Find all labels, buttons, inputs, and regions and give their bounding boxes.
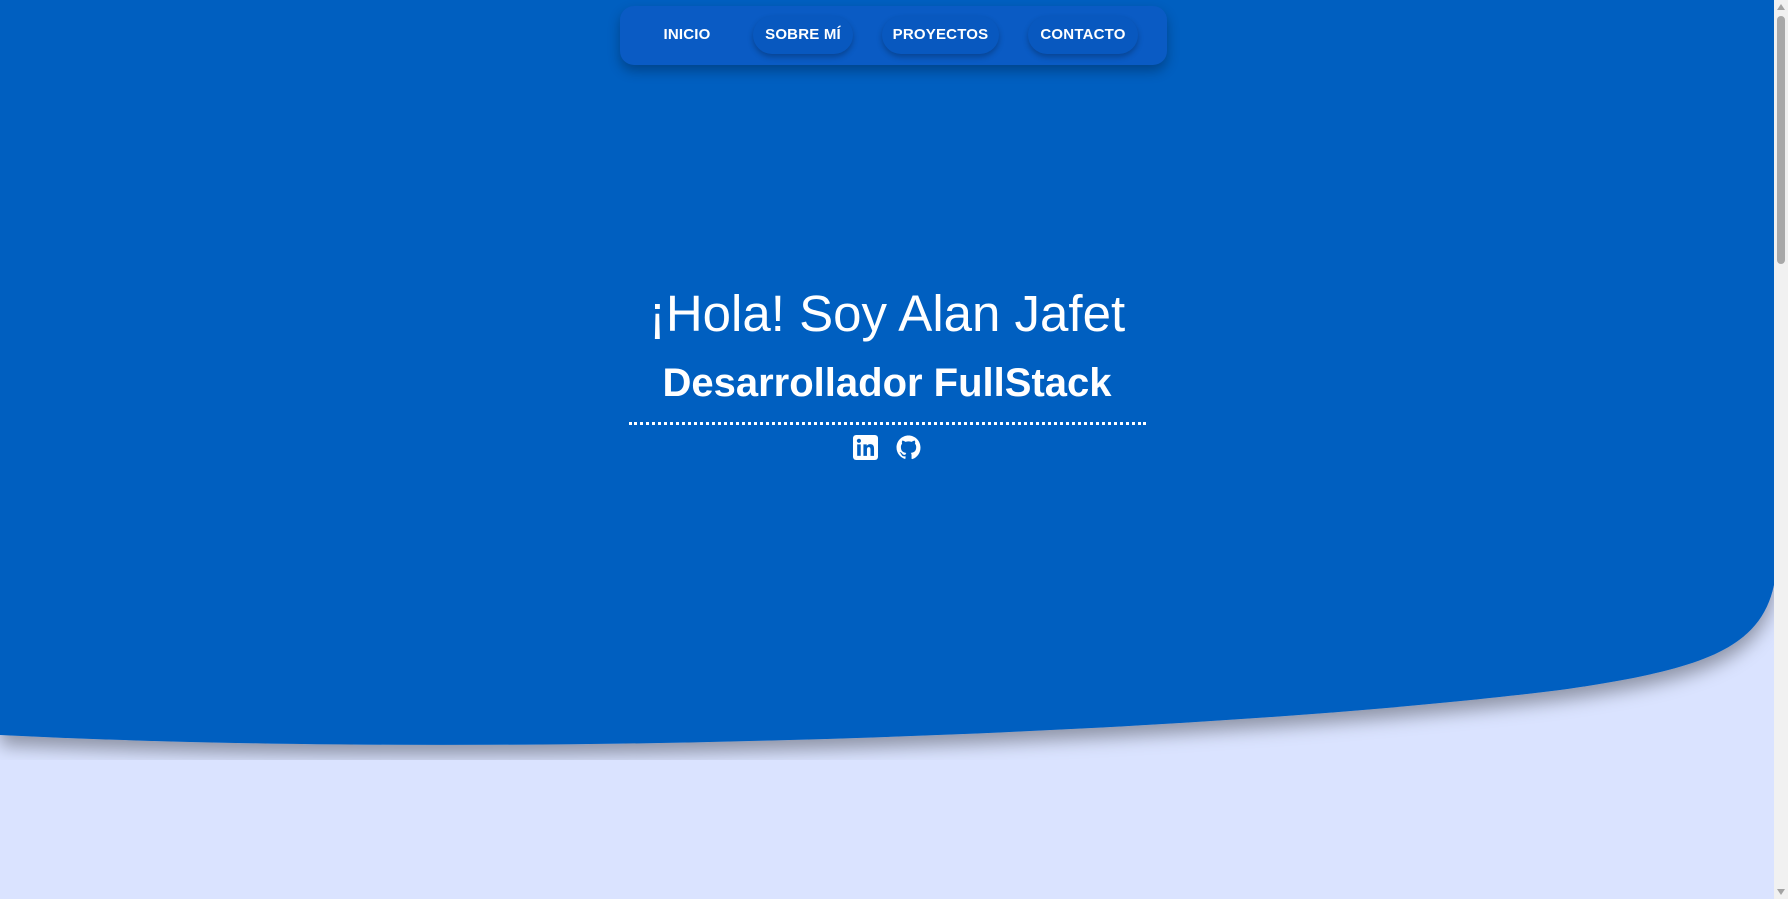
navbar: INICIO SOBRE MÍ PROYECTOS CONTACTO — [620, 6, 1167, 65]
linkedin-icon[interactable] — [853, 435, 878, 460]
social-links — [853, 435, 921, 460]
vertical-scrollbar[interactable] — [1774, 0, 1788, 899]
github-icon[interactable] — [896, 435, 921, 460]
nav-contacto[interactable]: CONTACTO — [1028, 16, 1138, 54]
page: INICIO SOBRE MÍ PROYECTOS CONTACTO ¡Hola… — [0, 0, 1774, 899]
hero-subtitle: Desarrollador FullStack — [662, 361, 1112, 405]
scroll-down-arrow-icon[interactable] — [1774, 885, 1788, 899]
hero-title: ¡Hola! Soy Alan Jafet — [648, 285, 1126, 342]
scrollbar-thumb[interactable] — [1777, 16, 1785, 264]
dotted-divider — [629, 422, 1146, 425]
nav-inicio[interactable]: INICIO — [638, 16, 736, 54]
nav-proyectos[interactable]: PROYECTOS — [882, 16, 999, 54]
nav-sobre-mi[interactable]: SOBRE MÍ — [753, 16, 853, 54]
scroll-up-arrow-icon[interactable] — [1774, 0, 1788, 14]
